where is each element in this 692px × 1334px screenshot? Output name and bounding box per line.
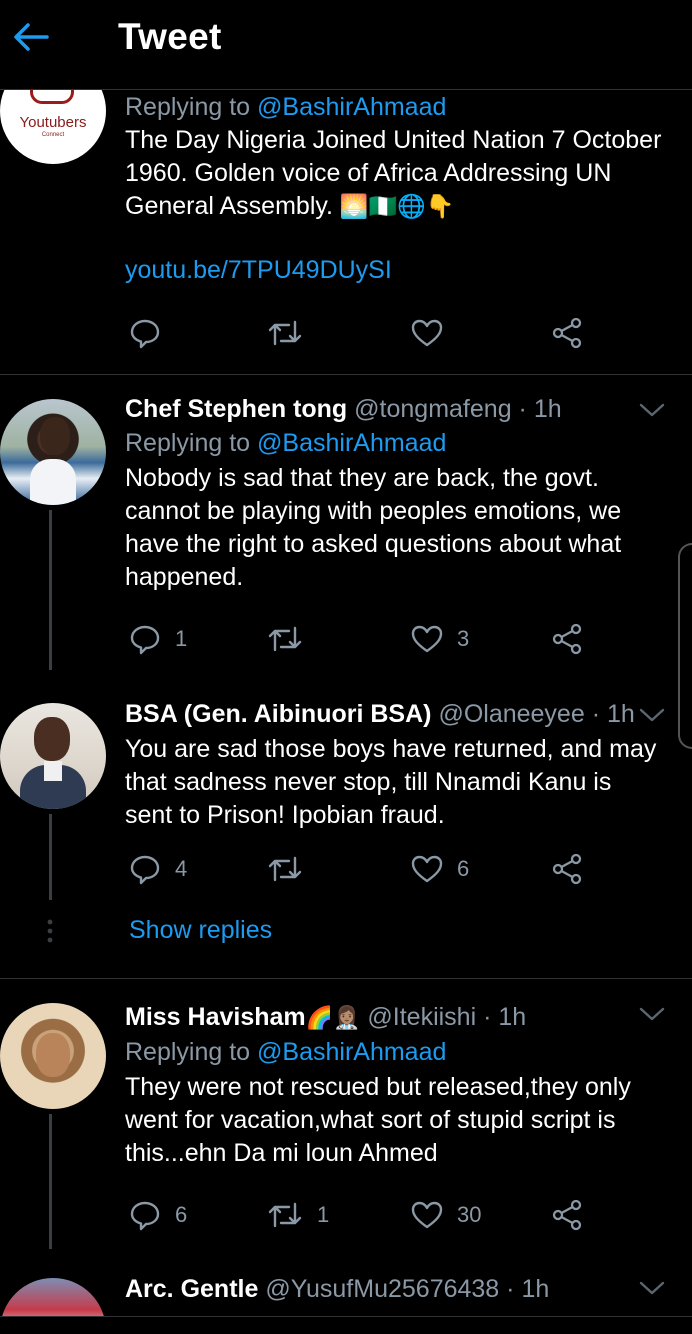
chevron-down-icon[interactable] bbox=[638, 1004, 666, 1024]
replying-to: Replying to @BashirAhmaad bbox=[125, 93, 447, 121]
like-button[interactable]: 3 bbox=[411, 619, 469, 659]
replying-to: Replying to @BashirAhmaad bbox=[125, 429, 447, 457]
timestamp: · 1h bbox=[591, 700, 635, 728]
share-button[interactable] bbox=[551, 313, 583, 353]
mention-link[interactable]: @BashirAhmaad bbox=[257, 93, 446, 121]
like-icon bbox=[411, 319, 443, 347]
retweet-icon bbox=[268, 626, 302, 652]
share-icon bbox=[552, 623, 582, 655]
share-button[interactable] bbox=[551, 619, 583, 659]
chevron-down-icon[interactable] bbox=[638, 400, 666, 420]
retweet-count: 1 bbox=[317, 1202, 330, 1227]
divider bbox=[0, 374, 692, 375]
reply-icon bbox=[130, 1201, 160, 1231]
share-icon bbox=[552, 853, 582, 885]
retweet-icon bbox=[268, 320, 302, 346]
like-icon bbox=[411, 855, 443, 883]
top-bar: Tweet bbox=[0, 0, 692, 90]
display-name[interactable]: Chef Stephen tong bbox=[125, 395, 347, 423]
show-replies-link[interactable]: Show replies bbox=[129, 916, 272, 945]
retweet-button[interactable] bbox=[267, 313, 303, 353]
thread-line bbox=[49, 814, 52, 900]
display-name[interactable]: Miss Havisham bbox=[125, 1003, 306, 1031]
avatar[interactable] bbox=[0, 399, 106, 505]
like-icon bbox=[411, 625, 443, 653]
thread-line bbox=[49, 1114, 52, 1249]
reply-button[interactable]: 1 bbox=[129, 619, 187, 659]
retweet-button[interactable] bbox=[267, 849, 317, 889]
tweet-actions: 1 3 bbox=[125, 619, 595, 659]
thread-line bbox=[49, 510, 52, 670]
user-handle[interactable]: @tongmafeng bbox=[354, 395, 511, 423]
like-count: 3 bbox=[457, 626, 470, 651]
edge-panel-handle[interactable] bbox=[678, 543, 692, 749]
back-arrow-icon bbox=[14, 23, 49, 51]
reply-count: 1 bbox=[175, 626, 188, 651]
reply-button[interactable] bbox=[129, 313, 161, 353]
tweet-text: The Day Nigeria Joined United Nation 7 O… bbox=[125, 126, 662, 220]
tweet-actions: 6 1 30 bbox=[125, 1195, 595, 1235]
back-button[interactable] bbox=[10, 16, 52, 58]
reply-icon bbox=[130, 625, 160, 655]
chevron-down-icon[interactable] bbox=[638, 1278, 666, 1298]
user-handle[interactable]: @YusufMu25676438 bbox=[265, 1275, 499, 1303]
avatar-sublabel: Connect bbox=[41, 132, 65, 138]
like-icon bbox=[411, 1201, 443, 1229]
reply-icon bbox=[130, 319, 160, 349]
avatar[interactable] bbox=[0, 1003, 106, 1109]
tweet-header: BSA (Gen. Aibinuori BSA) @Olaneeyee · 1h bbox=[125, 697, 662, 731]
timestamp: · 1h bbox=[518, 395, 562, 423]
avatar[interactable] bbox=[0, 703, 106, 809]
timestamp: · 1h bbox=[506, 1275, 550, 1303]
replying-to: Replying to @BashirAhmaad bbox=[125, 1038, 447, 1066]
page-title: Tweet bbox=[118, 16, 222, 57]
tweet-actions: 4 6 bbox=[125, 849, 595, 889]
display-name[interactable]: BSA (Gen. Aibinuori BSA) bbox=[125, 700, 431, 728]
share-icon bbox=[552, 317, 582, 349]
reply-button[interactable]: 4 bbox=[129, 849, 187, 889]
mention-link[interactable]: @BashirAhmaad bbox=[257, 429, 446, 457]
timestamp: · 1h bbox=[483, 1003, 527, 1031]
like-button[interactable]: 30 bbox=[411, 1195, 481, 1235]
reply-icon bbox=[130, 855, 160, 885]
tweet-text: You are sad those boys have returned, an… bbox=[125, 735, 657, 829]
retweet-button[interactable]: 1 bbox=[267, 1195, 329, 1235]
like-count: 30 bbox=[457, 1202, 482, 1227]
mention-link[interactable]: @BashirAhmaad bbox=[257, 1038, 446, 1066]
tweet-header: Chef Stephen tong @tongmafeng · 1h bbox=[125, 392, 662, 426]
more-dots-icon bbox=[47, 919, 53, 943]
tweet-actions bbox=[125, 313, 595, 353]
name-emoji: 🌈👩🏽‍⚕️ bbox=[305, 1005, 361, 1030]
retweet-button[interactable] bbox=[267, 619, 317, 659]
tweet-text: They were not rescued but released,they … bbox=[125, 1073, 631, 1167]
user-handle[interactable]: @Itekiishi bbox=[367, 1003, 476, 1031]
share-icon bbox=[552, 1199, 582, 1231]
user-handle[interactable]: @Olaneeyee bbox=[438, 700, 584, 728]
reply-button[interactable]: 6 bbox=[129, 1195, 187, 1235]
divider bbox=[0, 978, 692, 979]
retweet-icon bbox=[268, 856, 302, 882]
like-button[interactable] bbox=[411, 313, 443, 353]
share-button[interactable] bbox=[551, 849, 583, 889]
share-button[interactable] bbox=[551, 1195, 583, 1235]
tweet-page: Tweet Youtubers Connect Replying to @Bas… bbox=[0, 0, 692, 1334]
like-button[interactable]: 6 bbox=[411, 849, 469, 889]
tweet-text: Nobody is sad that they are back, the go… bbox=[125, 464, 622, 591]
bottom-bar bbox=[0, 1316, 692, 1334]
avatar-label: Youtubers bbox=[19, 114, 87, 131]
chevron-down-icon[interactable] bbox=[638, 705, 666, 725]
tweet-link[interactable]: youtu.be/7TPU49DUySI bbox=[125, 253, 662, 287]
tweet-header: Miss Havisham🌈👩🏽‍⚕️ @Itekiishi · 1h bbox=[125, 1000, 662, 1035]
tweet-header: Arc. Gentle @YusufMu25676438 · 1h bbox=[125, 1272, 662, 1306]
tweet-emoji: 🌅🇳🇬🌐👇 bbox=[339, 193, 455, 219]
like-count: 6 bbox=[457, 856, 470, 881]
reply-count: 4 bbox=[175, 856, 188, 881]
reply-count: 6 bbox=[175, 1202, 188, 1227]
display-name[interactable]: Arc. Gentle bbox=[125, 1275, 258, 1303]
retweet-icon bbox=[268, 1202, 302, 1228]
